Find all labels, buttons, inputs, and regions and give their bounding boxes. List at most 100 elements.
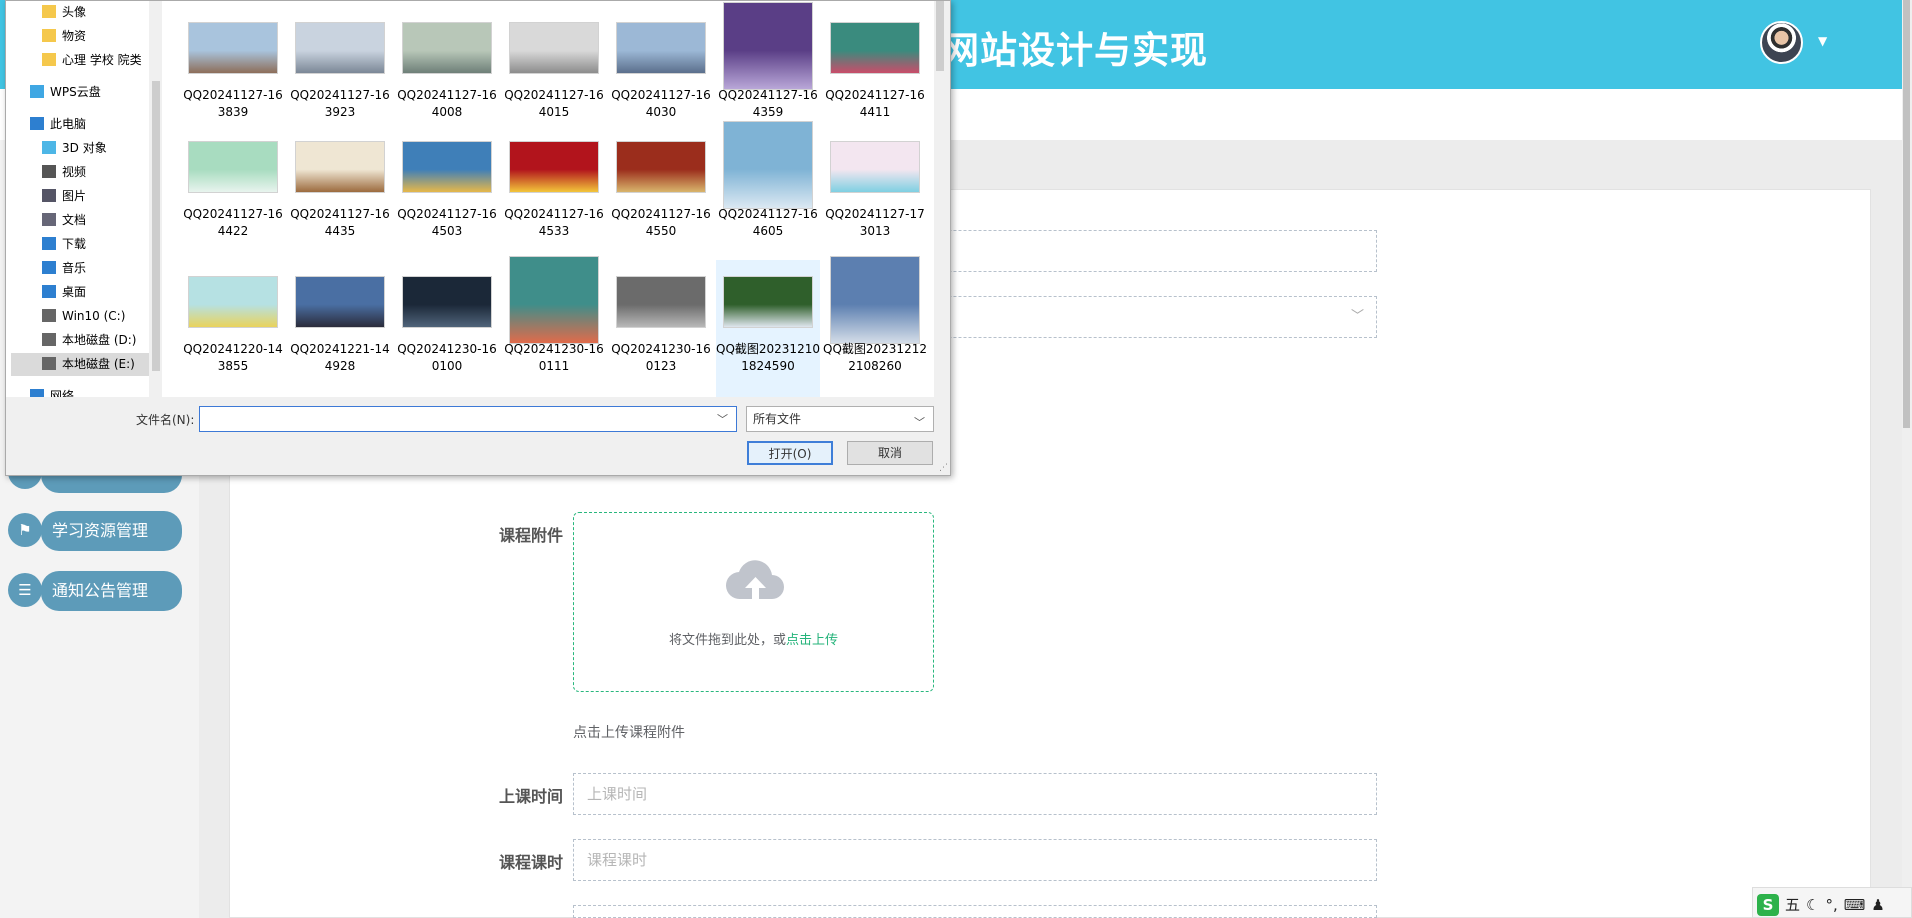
chevron-down-icon[interactable]: ﹀ [717,411,728,427]
nav-item-label: 本地磁盘 (E:) [62,357,135,371]
cancel-button[interactable]: 取消 [847,441,933,465]
file-thumbnail [830,141,920,193]
file-item[interactable]: QQ20241221-144928 [288,260,392,397]
file-item[interactable]: QQ20241127-164533 [502,125,606,259]
file-item[interactable]: QQ20241127-164435 [288,125,392,259]
ime-logo-icon[interactable]: S [1757,894,1779,916]
file-name: QQ20241127-164533 [504,207,604,238]
network-icon [30,389,44,397]
nav-item[interactable]: 图片 [42,185,149,208]
upload-dropzone[interactable]: 将文件拖到此处，或点击上传 [573,512,934,692]
file-item[interactable]: QQ截图202312101824590 [716,260,820,397]
moon-icon[interactable]: ☾ [1806,896,1819,914]
cloud-upload-icon [726,560,784,600]
file-open-dialog: 文件名(N): ﹀ 所有文件 ﹀ 打开(O) 取消 ⋰ 头像 物资 心理 学校 院类… [5,0,951,476]
file-thumbnail [295,276,385,328]
nav-item-label: 3D 对象 [62,141,107,155]
file-item[interactable]: QQ20241127-164359 [716,2,820,140]
nav-item[interactable]: 文档 [42,209,149,232]
file-item[interactable]: QQ20241230-160123 [609,260,713,397]
file-name: QQ截图202312122108260 [823,342,927,373]
filetype-select[interactable]: 所有文件 ﹀ [746,406,934,432]
file-name: QQ20241127-164008 [397,88,497,119]
nav-item[interactable]: WPS云盘 [30,81,149,104]
nav-item[interactable]: 本地磁盘 (E:) [11,353,149,376]
folder-icon [42,29,56,42]
file-name: QQ20241127-173013 [825,207,925,238]
nav-item[interactable]: 物资 [42,25,149,48]
file-item[interactable]: QQ20241127-164015 [502,6,606,140]
file-item[interactable]: QQ20241127-163923 [288,6,392,140]
file-item[interactable]: QQ20241127-164411 [823,6,927,140]
upload-instructions: 将文件拖到此处，或点击上传 [668,633,839,648]
nav-item-label: 桌面 [62,285,87,299]
file-item[interactable]: QQ20241220-143855 [181,260,285,397]
file-name: QQ20241127-164015 [504,88,604,119]
chevron-down-icon[interactable]: ▼ [1818,34,1827,48]
nav-item[interactable]: Win10 (C:) [42,305,149,328]
file-item[interactable]: QQ20241127-164605 [716,121,820,259]
nav-item-label: 文档 [62,213,87,227]
nav-item-label: Win10 (C:) [62,309,126,323]
nav-item[interactable]: 音乐 [42,257,149,280]
sidebar-item-label[interactable]: 通知公告管理 [41,571,182,611]
nav-item-label: 音乐 [62,261,87,275]
nav-item-label: 此电脑 [50,117,87,131]
nav-item-label: 心理 学校 院类 [62,53,142,67]
resize-grip-icon[interactable]: ⋰ [939,463,948,473]
folder-icon [42,53,56,66]
file-thumbnail [188,276,278,328]
flag-icon: ⚑ [8,513,42,547]
upload-link[interactable]: 点击上传 [786,633,838,648]
punctuation-icon[interactable]: °, [1825,896,1837,914]
drive-icon [42,357,56,370]
file-name: QQ20241127-163923 [290,88,390,119]
nav-item[interactable]: 网络 [30,385,149,397]
file-thumbnail [295,141,385,193]
file-name: QQ20241127-164503 [397,207,497,238]
video-icon [42,165,56,178]
file-item[interactable]: QQ20241127-164030 [609,6,713,140]
nav-item[interactable]: 视频 [42,161,149,184]
nav-item[interactable]: 3D 对象 [42,137,149,160]
sidebar-item-label[interactable]: 学习资源管理 [41,511,182,551]
page-scrollbar-thumb[interactable] [1903,0,1910,428]
nav-item[interactable]: 心理 学校 院类 [42,49,149,72]
nav-item[interactable]: 桌面 [42,281,149,304]
sidebar-item-notices[interactable]: ☰ 通知公告管理 [8,571,182,611]
file-item[interactable]: QQ20241230-160100 [395,260,499,397]
file-item[interactable]: QQ20241127-163839 [181,6,285,140]
file-item[interactable]: QQ20241127-164008 [395,6,499,140]
file-item[interactable]: QQ截图202312122108260 [823,256,927,397]
user-icon[interactable]: ♟ [1871,896,1884,914]
hours-input[interactable]: 课程课时 [573,839,1377,881]
picture-icon [42,189,56,202]
file-item[interactable]: QQ20241127-173013 [823,125,927,259]
file-name: QQ20241127-163839 [183,88,283,119]
sidebar-item-learning-resources[interactable]: ⚑ 学习资源管理 [8,511,182,551]
file-item[interactable]: QQ20241127-164550 [609,125,713,259]
file-item[interactable]: QQ20241127-164422 [181,125,285,259]
nav-item-label: 网络 [50,389,75,397]
cube-icon [42,141,56,154]
time-label: 上课时间 [498,787,563,806]
ime-mode[interactable]: 五 [1785,894,1800,915]
nav-item[interactable]: 下载 [42,233,149,256]
nav-scrollbar-thumb[interactable] [152,81,160,371]
filename-input[interactable]: ﹀ [199,406,737,432]
nav-item[interactable]: 本地磁盘 (D:) [42,329,149,352]
open-button[interactable]: 打开(O) [747,441,833,465]
nav-item[interactable]: 此电脑 [30,113,149,136]
file-item[interactable]: QQ20241127-164503 [395,125,499,259]
files-scrollbar-thumb[interactable] [936,1,944,71]
file-thumbnail [616,276,706,328]
keyboard-icon[interactable]: ⌨ [1844,896,1866,914]
time-input[interactable]: 上课时间 [573,773,1377,815]
file-item[interactable]: QQ20241230-160111 [502,256,606,397]
avatar[interactable] [1760,21,1803,64]
file-thumbnail [509,141,599,193]
file-name: QQ20241127-164435 [290,207,390,238]
music-icon [42,261,56,274]
form-field-lower[interactable] [573,905,1377,918]
nav-item[interactable]: 头像 [42,1,149,24]
